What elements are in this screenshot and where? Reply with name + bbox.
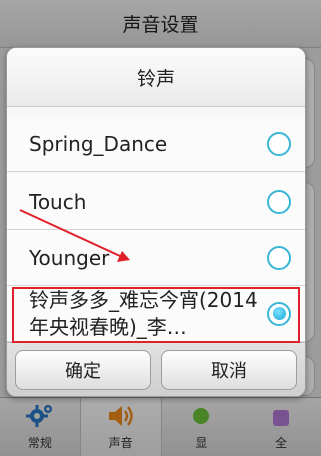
dialog-title: 铃声: [7, 48, 305, 107]
confirm-button[interactable]: 确定: [15, 349, 151, 390]
ringtone-option-label: Spring_Dance: [29, 131, 168, 156]
radio-button[interactable]: [267, 245, 291, 270]
annotation-highlight-box: [12, 287, 300, 343]
cancel-button[interactable]: 取消: [161, 349, 297, 390]
ringtone-option-label: Younger: [29, 245, 110, 270]
ringtone-option[interactable]: Touch: [7, 174, 305, 230]
ringtone-option[interactable]: Younger: [7, 230, 305, 286]
dialog-footer: 确定 取消: [7, 342, 305, 396]
ringtone-option[interactable]: Spring_Dance: [7, 116, 305, 172]
ringtone-dialog: 铃声 Spring_Dance Touch Younger 铃声多多_难忘今宵(…: [6, 47, 306, 397]
radio-button[interactable]: [267, 189, 291, 214]
radio-button[interactable]: [267, 131, 291, 156]
ringtone-option-label: Touch: [29, 189, 87, 214]
